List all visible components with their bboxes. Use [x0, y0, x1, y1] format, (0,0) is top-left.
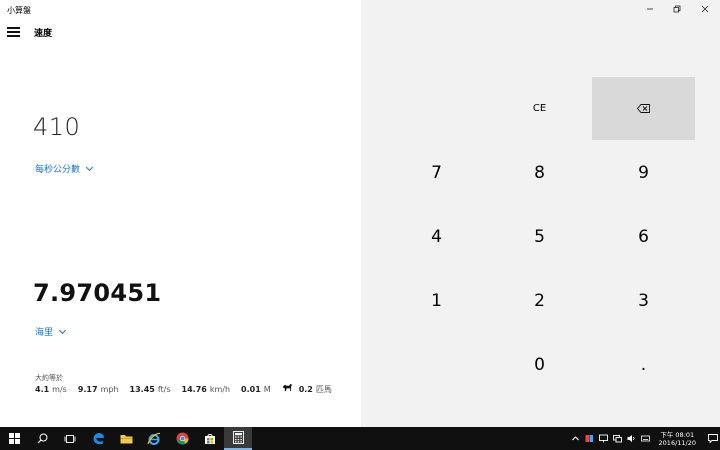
approx-item-horse: 0.2 匹馬 — [282, 383, 332, 395]
keypad-pane: CE 7 8 9 4 5 6 1 2 3 0 . — [361, 0, 720, 427]
clock-date: 2016/11/20 — [658, 438, 696, 447]
converter-pane: 小算盤 速度 410 每秒公分數 7.970451 海里 大約等於 4.1 m/s… — [0, 0, 361, 427]
keyboard-icon[interactable] — [640, 434, 650, 443]
notification-icon[interactable] — [706, 427, 720, 450]
approx-item: 13.45 ft/s — [129, 384, 171, 394]
clock-time: 下午 08:01 — [660, 430, 695, 439]
horse-icon — [282, 383, 292, 392]
search-icon[interactable] — [28, 427, 56, 450]
clear-entry-button[interactable]: CE — [488, 77, 591, 140]
app-title: 小算盤 — [7, 6, 31, 15]
internet-explorer-icon[interactable] — [140, 427, 168, 450]
chevron-down-icon — [58, 326, 67, 334]
digit-4-button[interactable]: 4 — [385, 205, 488, 268]
approx-item: 0.01 M — [241, 384, 271, 394]
backspace-button[interactable] — [592, 77, 695, 140]
to-unit-dropdown[interactable]: 海里 — [35, 325, 67, 338]
approx-item: 14.76 km/h — [181, 384, 231, 394]
windows-start-icon[interactable] — [0, 427, 28, 450]
decimal-point-button[interactable]: . — [592, 333, 695, 396]
system-tray: 下午 08:01 2016/11/20 — [571, 427, 720, 450]
clock[interactable]: 下午 08:01 2016/11/20 — [659, 431, 696, 447]
taskbar: 下午 08:01 2016/11/20 — [0, 427, 720, 450]
digit-9-button[interactable]: 9 — [592, 141, 695, 204]
digit-1-button[interactable]: 1 — [385, 269, 488, 332]
chrome-icon[interactable] — [168, 427, 196, 450]
backspace-icon — [637, 104, 650, 113]
approx-list: 4.1 m/s 9.17 mph 13.45 ft/s 14.76 km/h 0.01 M… — [35, 383, 343, 395]
input-value[interactable]: 410 — [33, 113, 80, 141]
digit-3-button[interactable]: 3 — [592, 269, 695, 332]
mode-title: 速度 — [34, 29, 53, 39]
volume-icon[interactable] — [627, 434, 636, 443]
app-tray-icon[interactable] — [585, 434, 594, 443]
store-icon[interactable] — [196, 427, 224, 450]
minimize-icon[interactable] — [636, 0, 663, 18]
chevron-up-icon[interactable] — [571, 434, 580, 443]
approx-item: 9.17 mph — [77, 384, 119, 394]
network-icon[interactable] — [612, 434, 622, 443]
digit-5-button[interactable]: 5 — [488, 205, 591, 268]
from-unit-dropdown[interactable]: 每秒公分數 — [35, 162, 94, 175]
hamburger-menu-icon[interactable] — [7, 27, 20, 37]
digit-0-button[interactable]: 0 — [488, 333, 591, 396]
task-view-icon[interactable] — [56, 427, 84, 450]
monitor-icon[interactable] — [598, 434, 608, 443]
approx-item: 4.1 m/s — [35, 384, 67, 394]
approx-label: 大約等於 — [35, 374, 63, 382]
window-controls — [636, 0, 720, 18]
to-unit-label: 海里 — [35, 328, 54, 338]
digit-6-button[interactable]: 6 — [592, 205, 695, 268]
digit-8-button[interactable]: 8 — [488, 141, 591, 204]
maximize-icon[interactable] — [663, 0, 690, 18]
output-value[interactable]: 7.970451 — [33, 279, 161, 307]
chevron-down-icon — [85, 163, 94, 171]
close-icon[interactable] — [690, 0, 720, 18]
file-explorer-icon[interactable] — [112, 427, 140, 450]
from-unit-label: 每秒公分數 — [35, 165, 81, 175]
calculator-icon[interactable] — [224, 427, 252, 450]
digit-7-button[interactable]: 7 — [385, 141, 488, 204]
edge-icon[interactable] — [84, 427, 112, 450]
digit-2-button[interactable]: 2 — [488, 269, 591, 332]
